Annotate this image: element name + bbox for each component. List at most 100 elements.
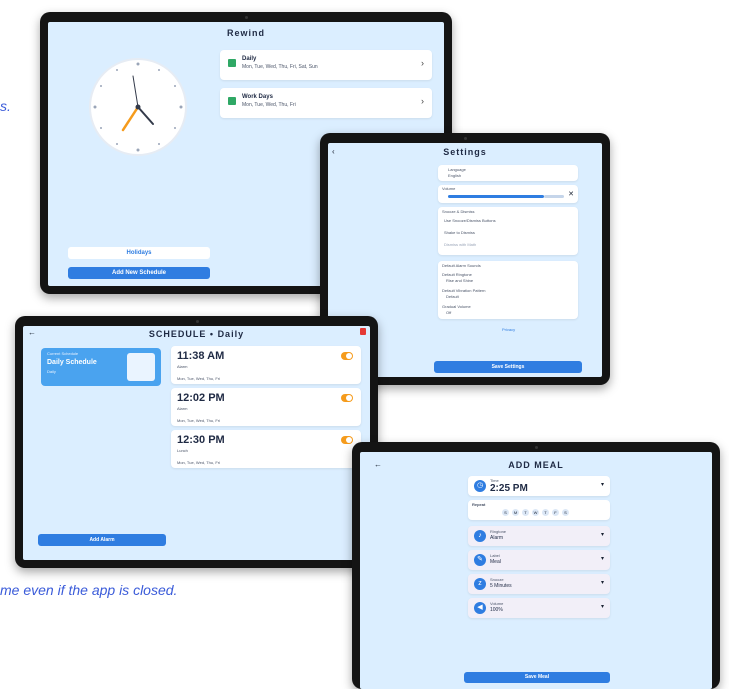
alarm-label: Lunch: [177, 448, 188, 453]
add-meal-title: ADD MEAL: [508, 460, 564, 470]
schedule-name: Work Days: [242, 94, 273, 100]
privacy-link[interactable]: Privacy: [502, 327, 515, 332]
alarm-time: 12:30 PM: [177, 434, 225, 446]
analog-clock: [89, 58, 187, 156]
tablet-schedule: ← SCHEDULE • Daily Current Schedule Dail…: [15, 316, 378, 568]
volume-slider-rest: [544, 195, 564, 198]
volume-icon: ◀: [474, 602, 486, 614]
field-card-volume[interactable]: ◀ Volume 100% ▾: [468, 598, 610, 618]
chevron-down-icon: ▾: [600, 482, 604, 488]
calendar-icon: [228, 59, 236, 67]
alarm-toggle[interactable]: [341, 352, 353, 360]
field-value: 5 Minutes: [490, 583, 512, 589]
volume-label: Volume: [442, 186, 456, 191]
day-chip[interactable]: T: [542, 509, 549, 516]
language-label: Language: [448, 167, 466, 172]
field-card-ringtone[interactable]: ♪ Ringtone Alarm ▾: [468, 526, 610, 546]
caption-top-text: s.: [0, 98, 11, 114]
schedule-card-work-days[interactable]: Work Days Mon, Tue, Wed, Thu, Fri ›: [220, 88, 432, 118]
save-settings-button[interactable]: Save Settings: [434, 361, 582, 373]
repeat-label: Repeat: [472, 502, 486, 507]
day-chip[interactable]: S: [562, 509, 569, 516]
chevron-down-icon: ▾: [600, 580, 604, 586]
volume-card: Volume ✕: [438, 185, 578, 203]
alarm-time: 12:02 PM: [177, 392, 225, 404]
repeat-card: Repeat S M T W T F S: [468, 500, 610, 520]
sound-value[interactable]: Off: [446, 310, 451, 315]
holidays-button[interactable]: Holidays: [68, 247, 210, 259]
card-sub: Daily: [47, 369, 56, 374]
add-alarm-button[interactable]: Add Alarm: [38, 534, 166, 546]
field-label: Ringtone: [490, 529, 507, 534]
chevron-down-icon: ▾: [600, 556, 604, 562]
alarm-days: Mon, Tue, Wed, Thu, Fri: [177, 376, 220, 381]
day-chip[interactable]: W: [532, 509, 539, 516]
schedule-thumbnail: [127, 353, 155, 381]
calendar-icon: [228, 97, 236, 105]
alarm-days: Mon, Tue, Wed, Thu, Fri: [177, 460, 220, 465]
label-icon: ✎: [474, 554, 486, 566]
trash-icon[interactable]: [360, 328, 366, 335]
day-chip[interactable]: F: [552, 509, 559, 516]
option-label[interactable]: Shake to Dismiss: [444, 230, 475, 235]
day-selector: S M T W T F S: [502, 509, 569, 516]
settings-title: Settings: [443, 147, 487, 157]
day-chip[interactable]: T: [522, 509, 529, 516]
alarm-label: Alarm: [177, 406, 188, 411]
tablet-add-meal: ← ADD MEAL ◷ Time 2:25 PM ▾ Repeat S M T…: [352, 442, 720, 689]
field-card-snooze[interactable]: z Snooze 5 Minutes ▾: [468, 574, 610, 594]
section-title: Default Alarm Sounds: [442, 263, 481, 268]
alarm-time: 11:38 AM: [177, 350, 225, 362]
alarm-toggle[interactable]: [341, 436, 353, 444]
alarm-card[interactable]: 11:38 AM Alarm Mon, Tue, Wed, Thu, Fri: [171, 346, 361, 384]
clock-icon: ◷: [474, 480, 486, 492]
alarm-toggle[interactable]: [341, 394, 353, 402]
card-title: Daily Schedule: [47, 359, 97, 366]
day-chip[interactable]: S: [502, 509, 509, 516]
schedule-desc: Mon, Tue, Wed, Thu, Fri: [242, 102, 296, 108]
schedule-desc: Mon, Tue, Wed, Thu, Fri, Sat, Sun: [242, 64, 318, 70]
field-card-label[interactable]: ✎ Label Meal ▾: [468, 550, 610, 570]
add-schedule-button[interactable]: Add New Schedule: [68, 267, 210, 279]
schedule-screen: ← SCHEDULE • Daily Current Schedule Dail…: [23, 326, 370, 560]
close-icon[interactable]: ✕: [568, 190, 574, 198]
alarm-card[interactable]: 12:02 PM Alarm Mon, Tue, Wed, Thu, Fri: [171, 388, 361, 426]
field-value: Alarm: [490, 535, 504, 541]
snooze-section: Snooze & Dismiss Use Snooze/Dismiss Butt…: [438, 207, 578, 255]
field-label: Snooze: [490, 577, 504, 582]
sound-label: Gradual Volume: [442, 304, 471, 309]
time-card[interactable]: ◷ Time 2:25 PM ▾: [468, 476, 610, 496]
sound-value[interactable]: Rise and Shine: [446, 278, 473, 283]
alarm-label: Alarm: [177, 364, 188, 369]
alarm-card[interactable]: 12:30 PM Lunch Mon, Tue, Wed, Thu, Fri: [171, 430, 361, 468]
field-label: Label: [490, 553, 500, 558]
option-label[interactable]: Dismiss with Math: [444, 242, 476, 247]
schedule-name: Daily: [242, 56, 257, 62]
field-value: 100%: [490, 607, 503, 613]
music-note-icon: ♪: [474, 530, 486, 542]
chevron-down-icon: ▾: [600, 604, 604, 610]
volume-slider[interactable]: [448, 195, 544, 198]
save-meal-button[interactable]: Save Meal: [464, 672, 610, 683]
section-title: Snooze & Dismiss: [442, 209, 475, 214]
day-chip[interactable]: M: [512, 509, 519, 516]
sound-value[interactable]: Default: [446, 294, 459, 299]
card-label: Current Schedule: [47, 351, 79, 356]
home-title: Rewind: [226, 28, 265, 38]
sound-label: Default Vibration Pattern: [442, 288, 486, 293]
option-label[interactable]: Use Snooze/Dismiss Buttons: [444, 218, 496, 223]
sound-label: Default Ringtone: [442, 272, 472, 277]
current-schedule-card[interactable]: Current Schedule Daily Schedule Daily: [41, 348, 161, 386]
chevron-right-icon: ›: [421, 58, 424, 68]
chevron-down-icon: ▾: [600, 532, 604, 538]
language-value: English: [448, 173, 462, 178]
schedule-card-daily[interactable]: Daily Mon, Tue, Wed, Thu, Fri, Sat, Sun …: [220, 50, 432, 80]
sounds-section: Default Alarm Sounds Default Ringtone Ri…: [438, 261, 578, 319]
chevron-right-icon: ›: [421, 96, 424, 106]
time-value: 2:25 PM: [490, 483, 528, 494]
language-card[interactable]: Language English: [438, 165, 578, 181]
add-meal-screen: ← ADD MEAL ◷ Time 2:25 PM ▾ Repeat S M T…: [360, 452, 712, 689]
caption-top: s.: [0, 98, 11, 114]
field-label: Volume: [490, 601, 504, 606]
caption-bottom: me even if the app is closed.: [0, 582, 177, 598]
